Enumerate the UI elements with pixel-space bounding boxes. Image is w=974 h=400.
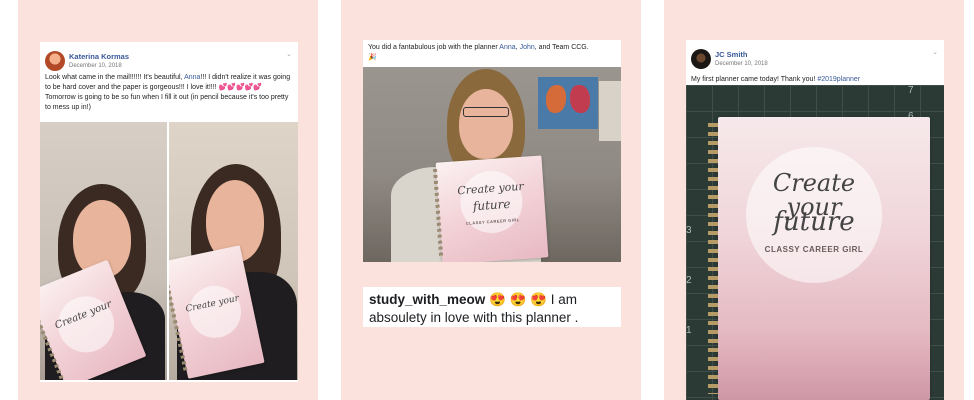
post-text-part: My first planner came today! Thank you! <box>691 76 816 83</box>
post-text: Look what came in the mail!!!!!! It's be… <box>40 72 298 120</box>
facebook-post-1: Katerina Kormas December 10, 2018 ⌄ Look… <box>40 42 298 382</box>
caption-username[interactable]: study_with_meow <box>369 292 485 307</box>
party-emoji: 🎉 <box>368 54 377 61</box>
post-photo[interactable]: Create your future CLASSY CAREER GIRL <box>363 67 621 262</box>
post-date[interactable]: December 10, 2018 <box>69 63 122 69</box>
person-face <box>459 89 513 159</box>
facebook-post-3: JC Smith December 10, 2018 ⌄ My first pl… <box>686 40 944 400</box>
mention-link[interactable]: Anna <box>184 74 200 81</box>
hashtag-link[interactable]: #2019planner <box>817 76 860 83</box>
planner-book: Create your future CLASSY CAREER GIRL <box>432 155 549 262</box>
wall-poster <box>599 81 621 141</box>
testimonial-panel-1: Katerina Kormas December 10, 2018 ⌄ Look… <box>18 0 318 400</box>
ruler-mark: 3 <box>686 225 692 236</box>
facebook-post-2: You did a fantabulous job with the plann… <box>363 40 621 262</box>
ruler-mark: 7 <box>908 85 914 96</box>
hearts-emoji: 💕💕💕💕💕 <box>218 84 263 91</box>
post-photo[interactable]: Create your <box>40 122 167 380</box>
ruler-mark: 1 <box>686 325 692 336</box>
post-photo[interactable]: Create your <box>169 122 298 380</box>
ruler-mark: 2 <box>686 275 692 286</box>
testimonial-panel-2: You did a fantabulous job with the plann… <box>341 0 641 400</box>
planner-book: Create your future CLASSY CAREER GIRL <box>708 117 930 400</box>
planner-brand: CLASSY CAREER GIRL <box>764 245 864 254</box>
post-text-part: You did a fantabulous job with the plann… <box>368 44 498 51</box>
butterfly-painting <box>538 77 598 129</box>
post-author[interactable]: Katerina Kormas <box>69 52 129 61</box>
testimonial-grid: Katerina Kormas December 10, 2018 ⌄ Look… <box>0 0 974 400</box>
post-text-part: Tomorrow is going to be so fun when I fi… <box>45 94 289 111</box>
post-text: You did a fantabulous job with the plann… <box>363 40 621 63</box>
testimonial-panel-3: JC Smith December 10, 2018 ⌄ My first pl… <box>664 0 964 400</box>
post-author[interactable]: JC Smith <box>715 50 748 59</box>
post-header: JC Smith December 10, 2018 ⌄ <box>686 40 944 70</box>
glasses <box>463 107 509 117</box>
mention-link[interactable]: Anna <box>499 44 515 51</box>
chevron-down-icon[interactable]: ⌄ <box>932 48 938 56</box>
post-photo[interactable]: 7 6 5 4 3 2 1 Create your future CLASSY … <box>686 85 944 400</box>
instagram-caption: study_with_meow 😍 😍 😍 I am absoulety in … <box>363 287 621 327</box>
heart-eyes-emoji: 😍 😍 😍 <box>489 292 547 307</box>
mention-link[interactable]: John <box>520 44 535 51</box>
post-date[interactable]: December 10, 2018 <box>715 61 768 67</box>
post-text-part: Look what came in the mail!!!!!! It's be… <box>45 74 183 81</box>
chevron-down-icon[interactable]: ⌄ <box>286 50 292 58</box>
avatar[interactable] <box>691 49 711 69</box>
post-text-part: , <box>515 44 518 51</box>
planner-title-future: future <box>773 207 855 237</box>
post-header: Katerina Kormas December 10, 2018 ⌄ <box>40 42 298 72</box>
post-text-part: , and Team CCG. <box>534 44 589 51</box>
avatar[interactable] <box>45 51 65 71</box>
spiral-binding <box>708 123 718 394</box>
